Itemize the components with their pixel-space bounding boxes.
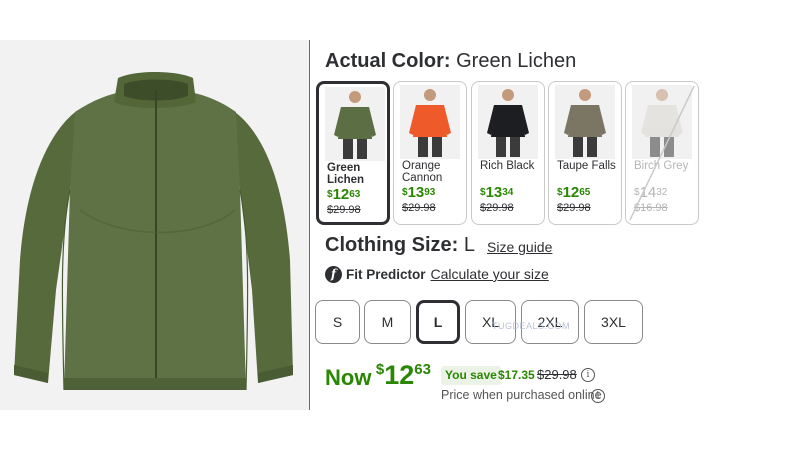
swatch-price-cents: 34 bbox=[502, 187, 514, 198]
model-figure-icon bbox=[334, 91, 376, 159]
size-option-button[interactable]: M bbox=[364, 300, 411, 344]
fit-predictor-row: f Fit Predictor Calculate your size bbox=[325, 264, 549, 284]
clothing-size-heading: Clothing Size: L bbox=[325, 234, 475, 257]
swatch-price-dollars: 13 bbox=[407, 184, 425, 201]
swatch-thumbnail bbox=[555, 85, 615, 159]
swatch-thumbnail bbox=[325, 87, 385, 161]
swatch-thumbnail bbox=[478, 85, 538, 159]
model-figure-icon bbox=[564, 89, 606, 157]
price-dollars: 12 bbox=[384, 360, 415, 390]
swatch-price: $1393 bbox=[402, 184, 436, 201]
size-option-button[interactable]: S bbox=[315, 300, 360, 344]
actual-color-heading: Actual Color: Green Lichen bbox=[325, 50, 576, 73]
price-currency: $ bbox=[375, 361, 385, 378]
current-price: Now $1263 bbox=[325, 362, 431, 389]
actual-color-value: Green Lichen bbox=[456, 50, 577, 72]
swatch-name: Rich Black bbox=[480, 160, 535, 172]
swatch-price-dollars: 12 bbox=[332, 186, 350, 203]
swatch-price: $1265 bbox=[557, 184, 591, 201]
size-option-button[interactable]: 3XL bbox=[584, 300, 643, 344]
price-cents: 63 bbox=[414, 361, 431, 378]
swatch-price-cents: 63 bbox=[349, 189, 361, 200]
clothing-size-label: Clothing Size: bbox=[325, 234, 459, 256]
color-swatch[interactable]: Green Lichen $1263 $29.98 bbox=[316, 81, 390, 225]
color-swatch[interactable]: Birch Grey $1432 $16.98 bbox=[625, 81, 699, 225]
swatch-price-cents: 65 bbox=[579, 187, 591, 198]
swatch-price: $1263 bbox=[327, 186, 361, 203]
swatch-was-price: $29.98 bbox=[402, 202, 436, 214]
fit-predictor-label: Fit Predictor bbox=[346, 266, 426, 282]
size-option-button[interactable]: L bbox=[416, 300, 460, 344]
swatch-price-dollars: 12 bbox=[562, 184, 580, 201]
model-figure-icon bbox=[409, 89, 451, 157]
color-swatch[interactable]: Rich Black $1334 $29.98 bbox=[471, 81, 545, 225]
watermark-text: TUGDEALS.COM bbox=[492, 321, 571, 331]
vertical-divider bbox=[309, 40, 310, 410]
color-swatch[interactable]: Orange Cannon $1393 $29.98 bbox=[393, 81, 467, 225]
swatch-price-dollars: 13 bbox=[485, 184, 503, 201]
clothing-size-value: L bbox=[463, 234, 476, 256]
green-jacket-illustration bbox=[14, 72, 293, 391]
price-note: Price when purchased online bbox=[441, 388, 602, 402]
calculate-size-link[interactable]: Calculate your size bbox=[431, 266, 549, 282]
swatch-was-price: $29.98 bbox=[327, 204, 361, 216]
swatch-was-price: $29.98 bbox=[557, 202, 591, 214]
product-image bbox=[0, 40, 309, 410]
was-price: $29.98 bbox=[537, 367, 577, 382]
color-swatch[interactable]: Taupe Falls $1265 $29.98 bbox=[548, 81, 622, 225]
save-amount: $17.35 bbox=[498, 368, 535, 382]
swatch-name: Taupe Falls bbox=[557, 160, 616, 172]
was-price-info-icon[interactable]: i bbox=[581, 368, 595, 382]
swatch-name: Green Lichen bbox=[327, 162, 365, 186]
unavailable-strike-icon bbox=[629, 85, 695, 221]
size-guide-link[interactable]: Size guide bbox=[487, 239, 552, 255]
swatch-price: $1334 bbox=[480, 184, 514, 201]
you-save-badge: You save bbox=[441, 366, 501, 385]
model-figure-icon bbox=[487, 89, 529, 157]
swatch-thumbnail bbox=[400, 85, 460, 159]
now-label: Now bbox=[325, 365, 372, 390]
swatch-was-price: $29.98 bbox=[480, 202, 514, 214]
swatch-name: Orange Cannon bbox=[402, 160, 443, 184]
price-note-info-icon[interactable]: i bbox=[591, 389, 605, 403]
swatch-price-cents: 93 bbox=[424, 187, 436, 198]
actual-color-label: Actual Color: bbox=[325, 50, 451, 72]
fit-predictor-icon: f bbox=[325, 265, 342, 283]
